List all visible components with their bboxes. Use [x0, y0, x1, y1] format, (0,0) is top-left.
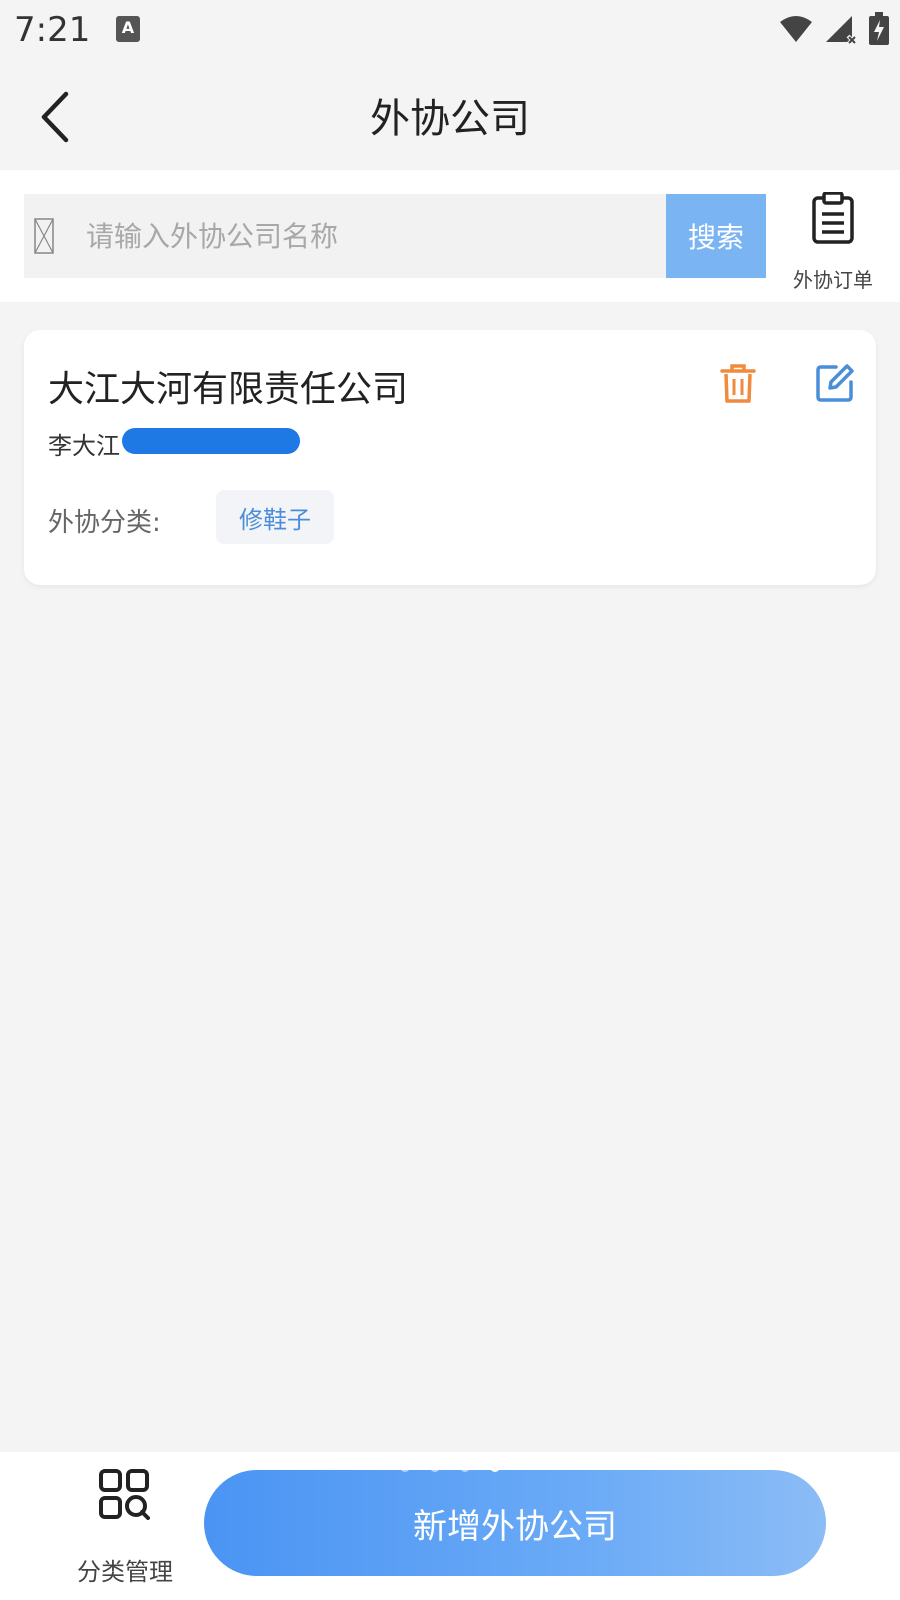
delete-button[interactable] — [720, 364, 756, 404]
signal-icon — [826, 16, 858, 44]
edit-icon — [816, 364, 854, 402]
page-dot — [460, 1462, 470, 1472]
company-name: 大江大河有限责任公司 — [48, 369, 409, 410]
status-time: 7:21 — [14, 10, 91, 50]
trash-icon — [720, 364, 756, 403]
page-dot — [430, 1462, 440, 1472]
outsourcing-orders-label: 外协订单 — [793, 268, 873, 292]
edit-button[interactable] — [816, 364, 854, 402]
search-button[interactable]: 搜索 — [666, 194, 766, 278]
redacted-phone-mark — [122, 428, 300, 454]
status-icons — [778, 12, 890, 46]
category-manage-button[interactable]: 分类管理 — [60, 1468, 190, 1586]
category-tag: 修鞋子 — [216, 490, 334, 544]
category-manage-label: 分类管理 — [77, 1558, 173, 1586]
outsourcing-orders-button[interactable]: 外协订单 — [778, 188, 888, 292]
add-company-label: 新增外协公司 — [413, 1506, 617, 1547]
clipboard-icon — [812, 192, 854, 244]
missing-glyph-icon — [34, 218, 54, 254]
search-section: 搜索 外协订单 — [0, 170, 900, 302]
page-dot-active — [490, 1462, 500, 1472]
bottom-bar: 分类管理 新增外协公司 — [0, 1452, 900, 1600]
page-dot — [400, 1462, 410, 1472]
company-card[interactable]: 大江大河有限责任公司 李大江 外协分类: 修鞋子 — [24, 330, 876, 585]
category-grid-icon — [99, 1469, 150, 1520]
page-indicator — [400, 1462, 500, 1472]
keyboard-badge-icon: A — [116, 16, 140, 42]
status-bar: 7:21 A — [0, 0, 900, 62]
page-title: 外协公司 — [370, 96, 530, 142]
nav-bar: 外协公司 — [0, 62, 900, 170]
search-box — [24, 194, 766, 278]
category-label: 外协分类: — [48, 508, 161, 538]
search-input[interactable] — [86, 194, 686, 278]
add-company-button[interactable]: 新增外协公司 — [204, 1470, 826, 1576]
battery-icon — [869, 12, 889, 45]
screen: 7:21 A 外协公司 请输入外协公司名称 搜索 外协订单 大江大河有限责任公司… — [0, 0, 900, 1600]
contact-name: 李大江 — [48, 432, 120, 460]
wifi-icon — [780, 16, 812, 42]
